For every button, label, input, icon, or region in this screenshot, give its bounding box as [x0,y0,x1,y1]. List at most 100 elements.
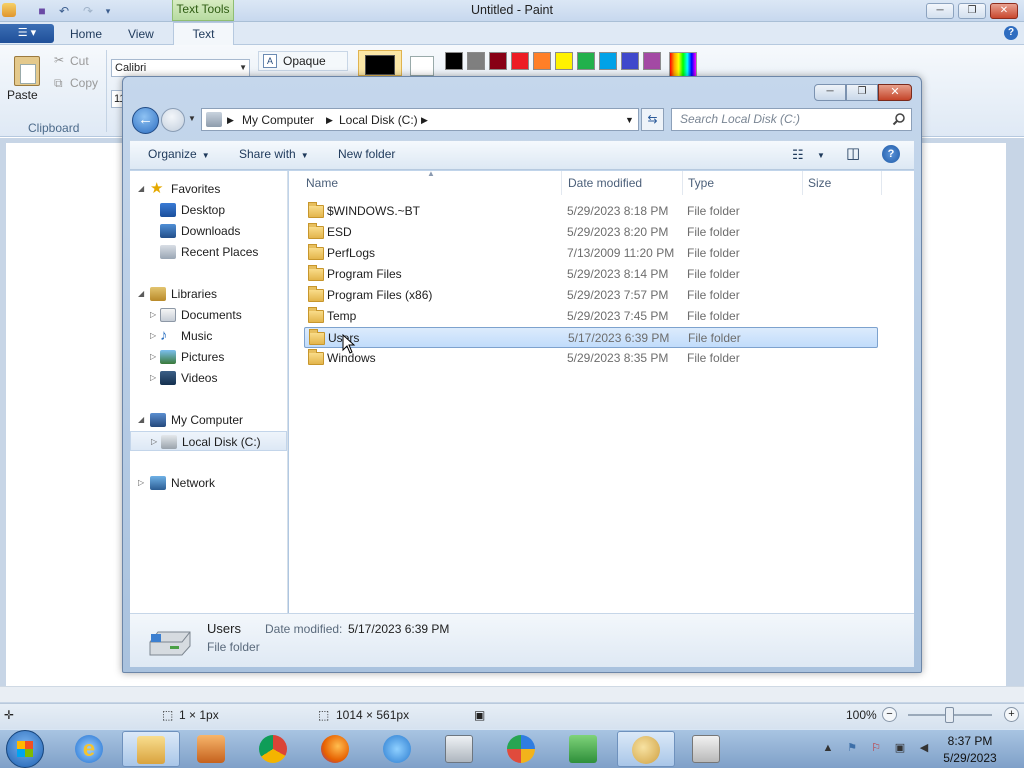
nav-recent-places[interactable]: Recent Places [130,242,287,262]
back-button[interactable]: ← [132,107,159,134]
clock-date[interactable]: 5/29/2023 [930,751,1010,765]
palette-swatch[interactable] [599,52,617,70]
file-row[interactable]: Windows 5/29/2023 8:35 PM File folder [304,348,878,369]
tray-icon[interactable]: ⚑ [846,742,858,754]
taskbar-chrome[interactable] [245,731,303,767]
nav-desktop[interactable]: Desktop [130,200,287,220]
nav-downloads[interactable]: Downloads [130,221,287,241]
taskbar-firefox[interactable] [307,731,365,767]
nav-documents[interactable]: ▷ Documents [130,305,287,325]
color2-button[interactable] [410,56,434,76]
organize-button[interactable]: Organize ▼ [148,147,210,161]
file-row[interactable]: Temp 5/29/2023 7:45 PM File folder [304,306,878,327]
view-options-icon[interactable]: ☷ [792,147,804,163]
refresh-button[interactable]: ⇆ [641,108,664,131]
taskbar-app[interactable] [369,731,427,767]
file-row[interactable]: PerfLogs 7/13/2009 11:20 PM File folder [304,243,878,264]
recent-pages-dropdown[interactable]: ▼ [188,114,196,123]
expand-icon[interactable]: ▷ [150,368,156,388]
address-history-dropdown[interactable]: ▼ [625,115,634,125]
preview-pane-icon[interactable]: ◫ [846,144,860,162]
nav-libraries[interactable]: ◢ Libraries [130,284,287,304]
palette-swatch[interactable] [555,52,573,70]
expand-icon[interactable]: ▷ [150,305,156,325]
zoom-slider-thumb[interactable] [945,707,954,723]
file-row[interactable]: $WINDOWS.~BT 5/29/2023 8:18 PM File folder [304,201,878,222]
collapse-icon[interactable]: ◢ [138,284,144,304]
file-row-selected[interactable]: Users5/17/2023 6:39 PMFile folder [304,327,878,348]
search-icon[interactable] [892,112,906,126]
help-icon[interactable]: ? [1004,26,1018,40]
font-family-select[interactable]: Calibri ▼ [111,59,250,77]
palette-swatch[interactable] [445,52,463,70]
column-header-date-modified[interactable]: Date modified [568,176,642,190]
nav-pictures[interactable]: ▷ Pictures [130,347,287,367]
expand-icon[interactable]: ▷ [151,432,157,452]
breadcrumb-separator[interactable]: ▶ [326,115,333,126]
maximize-button[interactable]: ❐ [958,3,986,19]
collapse-icon[interactable]: ◢ [138,179,144,199]
file-row[interactable]: ESD 5/29/2023 8:20 PM File folder [304,222,878,243]
taskbar-media-player[interactable] [183,731,241,767]
column-divider[interactable] [881,171,882,195]
opaque-button[interactable]: A Opaque [258,51,348,71]
edit-colors-button[interactable] [669,52,697,78]
nav-videos[interactable]: ▷ Videos [130,368,287,388]
nav-favorites[interactable]: ◢ ★ Favorites [130,179,287,199]
breadcrumb-my-computer[interactable]: My Computer [242,113,314,127]
nav-network[interactable]: ▷ Network [130,473,287,493]
palette-swatch[interactable] [489,52,507,70]
explorer-minimize-button[interactable]: ─ [814,84,846,101]
nav-local-disk[interactable]: ▷ Local Disk (C:) [130,431,287,451]
palette-swatch[interactable] [467,52,485,70]
forward-button[interactable] [161,108,185,132]
taskbar-paint[interactable] [617,731,675,767]
horizontal-scrollbar[interactable] [0,686,1024,702]
action-center-icon[interactable]: ⚐ [870,742,882,754]
breadcrumb-local-disk[interactable]: Local Disk (C:) [339,113,418,127]
nav-my-computer[interactable]: ◢ My Computer [130,410,287,430]
close-button[interactable]: ✕ [990,3,1018,19]
column-divider[interactable] [561,171,562,195]
column-divider[interactable] [802,171,803,195]
file-row[interactable]: Program Files 5/29/2023 8:14 PM File folde… [304,264,878,285]
column-header-name[interactable]: Name [306,176,338,190]
start-button[interactable] [6,730,44,768]
explorer-maximize-button[interactable]: ❐ [846,84,878,101]
volume-icon[interactable]: ◀ [918,742,930,754]
expand-icon[interactable]: ▷ [150,326,156,346]
palette-swatch[interactable] [643,52,661,70]
copy-button[interactable]: Copy [70,76,98,90]
expand-icon[interactable]: ▷ [138,473,144,493]
tab-view[interactable]: View [128,27,154,41]
navigation-pane[interactable]: ◢ ★ Favorites Desktop Downloads Recent Pla… [130,171,288,613]
collapse-icon[interactable]: ◢ [138,410,144,430]
clock-time[interactable]: 8:37 PM [930,734,1010,748]
taskbar-disc-app[interactable] [678,731,736,767]
nav-music[interactable]: ▷ ♪ Music [130,326,287,346]
tab-text[interactable]: Text [173,22,234,46]
palette-swatch[interactable] [577,52,595,70]
taskbar-explorer[interactable] [122,731,180,767]
breadcrumb-separator[interactable]: ▶ [421,115,428,126]
expand-icon[interactable]: ▷ [150,347,156,367]
palette-swatch[interactable] [511,52,529,70]
explorer-help-icon[interactable]: ? [882,145,900,163]
cut-button[interactable]: Cut [70,54,89,68]
search-input[interactable]: Search Local Disk (C:) [671,108,912,131]
column-divider[interactable] [682,171,683,195]
zoom-out-button[interactable]: − [882,707,897,722]
column-header-size[interactable]: Size [808,176,831,190]
file-row[interactable]: Program Files (x86) 5/29/2023 7:57 PM File… [304,285,878,306]
show-hidden-icons[interactable]: ▲ [822,742,834,754]
network-tray-icon[interactable]: ▣ [894,742,906,754]
palette-swatch[interactable] [621,52,639,70]
new-folder-button[interactable]: New folder [338,147,395,161]
taskbar-app-lock[interactable] [493,731,551,767]
breadcrumb-separator[interactable]: ▶ [227,115,234,126]
share-with-button[interactable]: Share with ▼ [239,147,309,161]
zoom-in-button[interactable]: + [1004,707,1019,722]
address-bar[interactable]: ▶ My Computer ▶ Local Disk (C:) ▶ ▼ [201,108,639,131]
tab-home[interactable]: Home [70,27,102,41]
paint-menu-button[interactable]: ☰ ▾ [0,24,54,43]
